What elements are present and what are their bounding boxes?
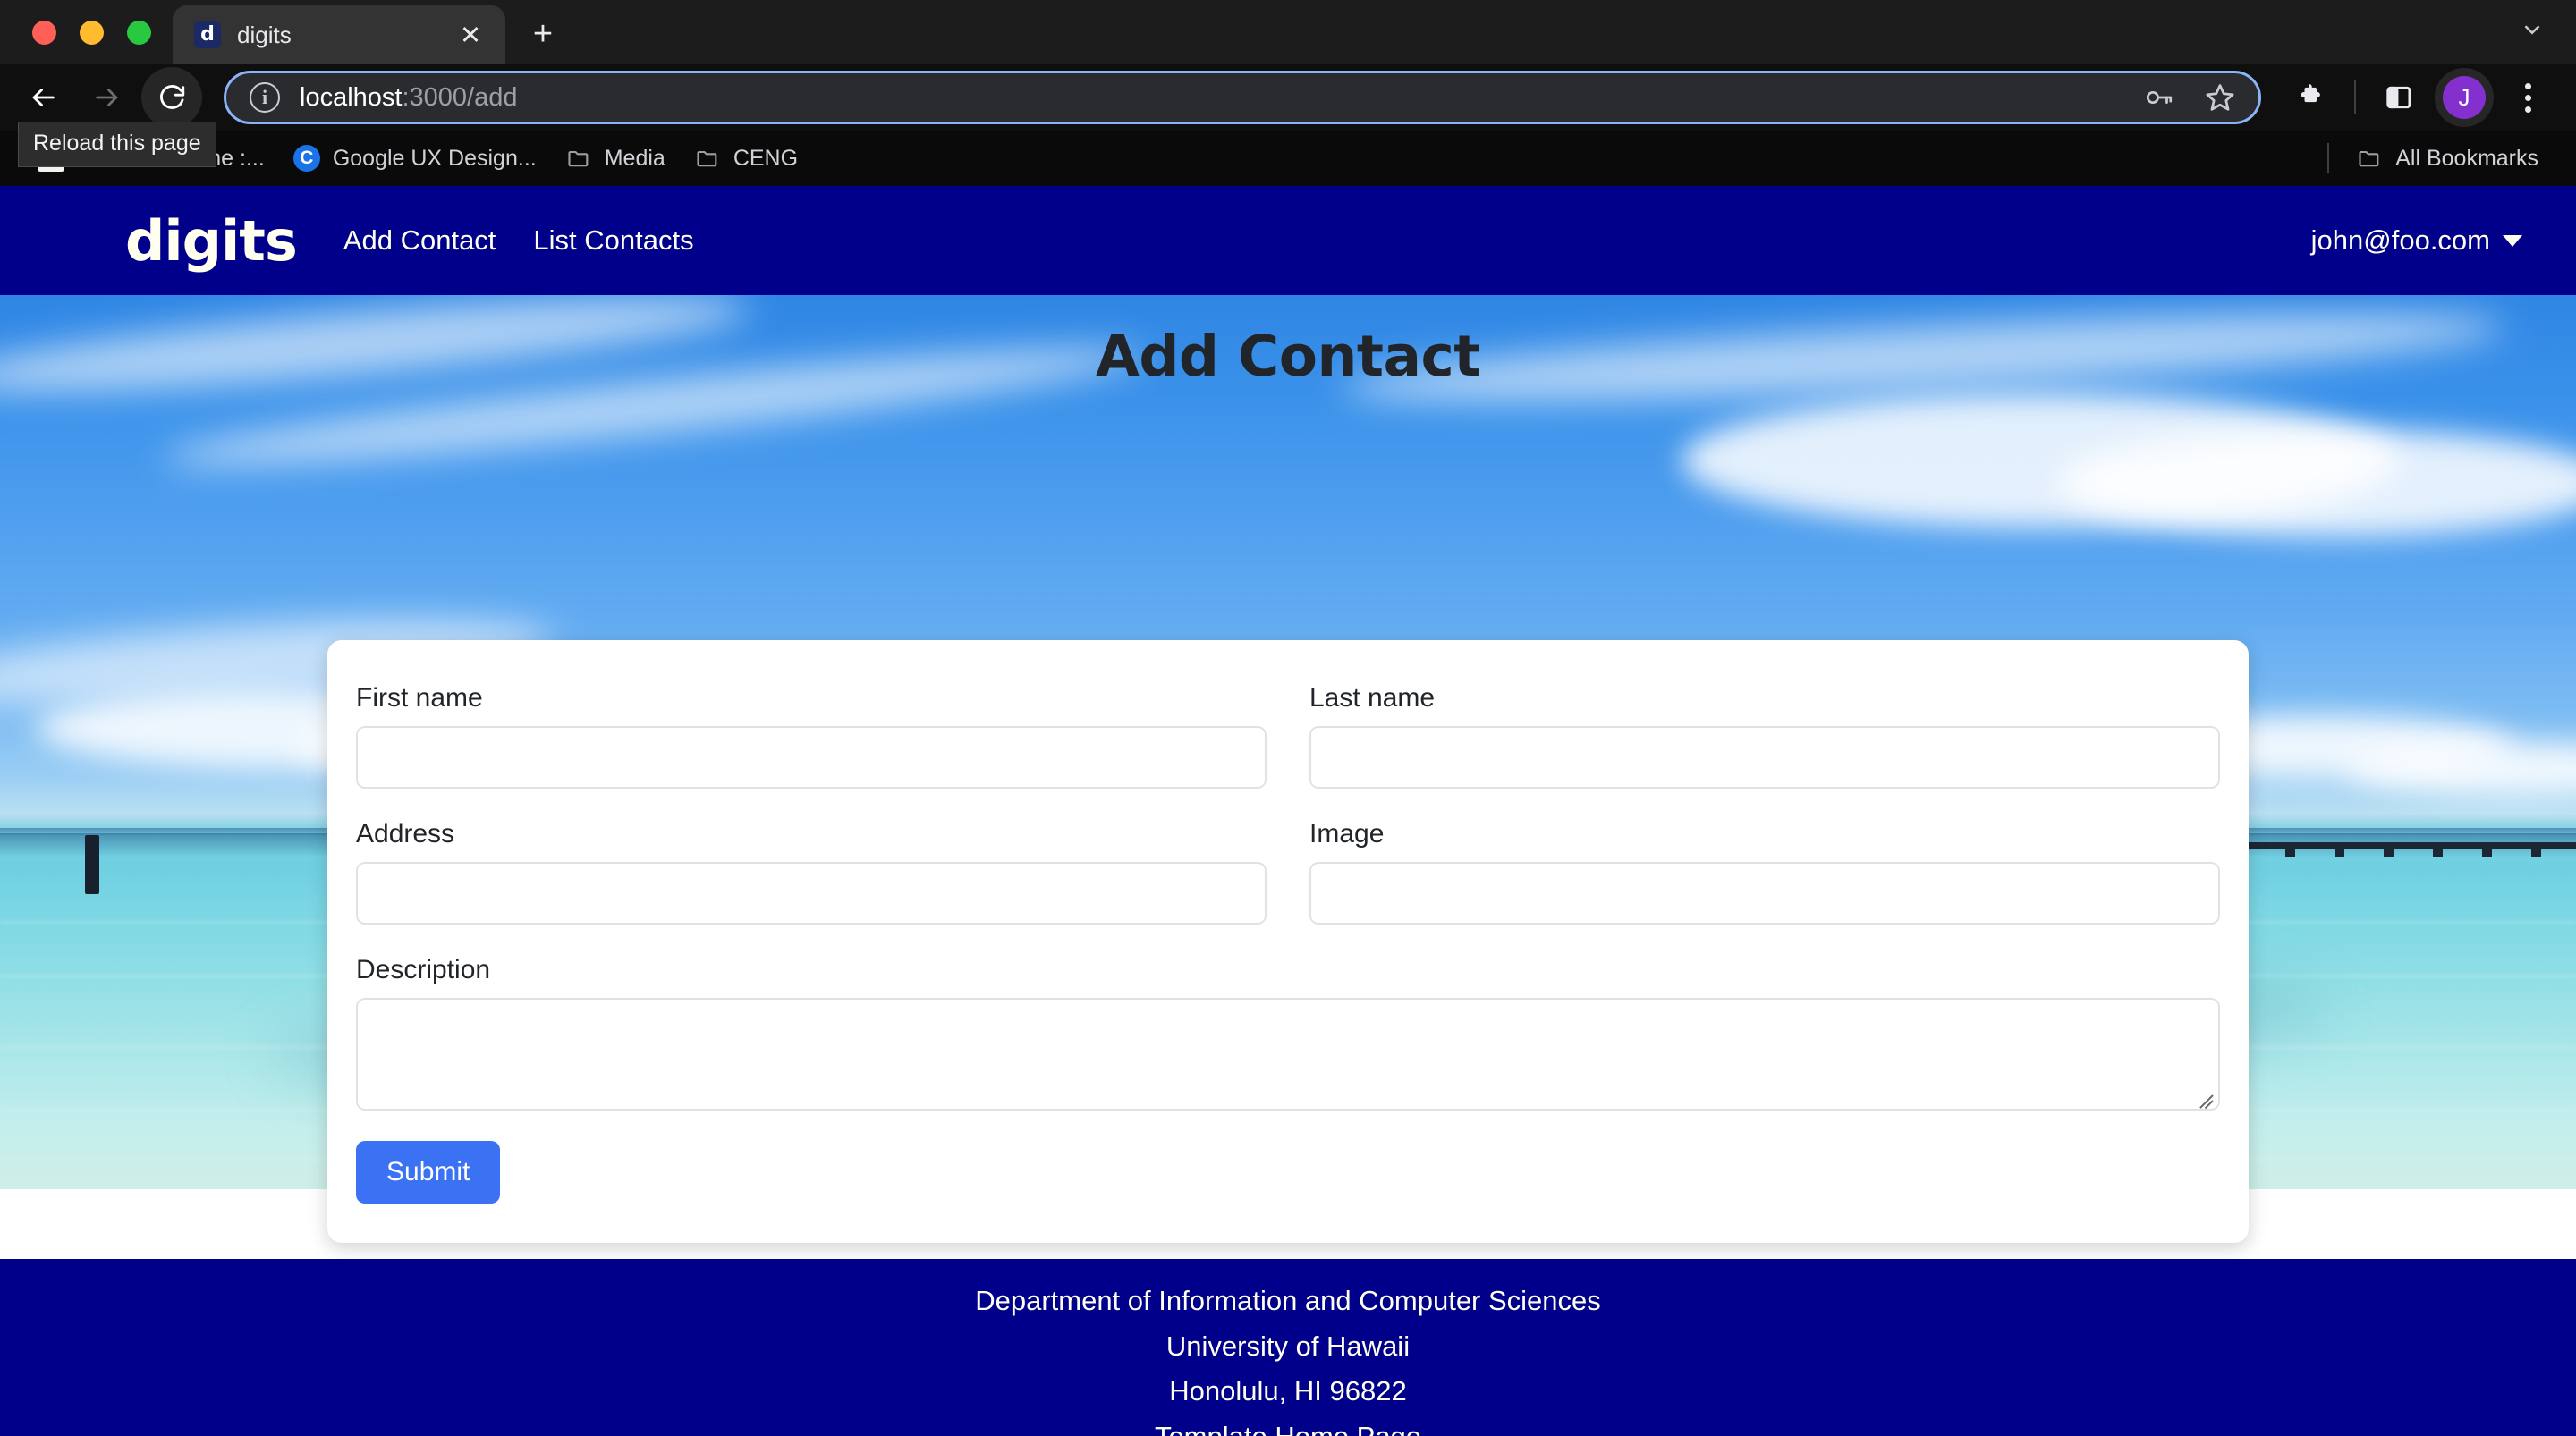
submit-button[interactable]: Submit bbox=[356, 1141, 501, 1204]
bookmark-ceng[interactable]: CENG bbox=[680, 138, 812, 179]
nav-link-list-contacts[interactable]: List Contacts bbox=[533, 224, 693, 257]
last-name-label: Last name bbox=[1309, 683, 1436, 713]
bookmarks-divider bbox=[2327, 143, 2330, 173]
bookmark-google-ux-design[interactable]: C Google UX Design... bbox=[279, 138, 551, 179]
side-panel-icon[interactable] bbox=[2372, 71, 2426, 124]
browser-tab[interactable]: d digits ✕ bbox=[173, 5, 505, 64]
reload-icon[interactable] bbox=[141, 67, 202, 128]
image-input[interactable] bbox=[1309, 862, 2220, 925]
reload-tooltip: Reload this page bbox=[18, 122, 216, 167]
field-group-first-name: First name bbox=[356, 683, 1267, 789]
back-arrow-icon[interactable] bbox=[13, 67, 73, 128]
last-name-input[interactable] bbox=[1309, 726, 2220, 789]
close-icon[interactable]: ✕ bbox=[452, 16, 489, 54]
first-name-label: First name bbox=[356, 683, 483, 713]
first-name-input[interactable] bbox=[356, 726, 1267, 789]
water-post bbox=[85, 835, 99, 894]
star-icon[interactable] bbox=[2199, 77, 2241, 118]
footer-line-address: Honolulu, HI 96822 bbox=[1169, 1375, 1407, 1407]
tab-strip-right bbox=[2512, 9, 2553, 50]
field-group-description: Description bbox=[356, 955, 2220, 1111]
folder-icon bbox=[565, 145, 592, 172]
site-navbar: digits Add Contact List Contacts john@fo… bbox=[0, 186, 2576, 295]
description-label: Description bbox=[356, 955, 491, 984]
brand-logo[interactable]: digits bbox=[125, 208, 298, 274]
window-controls bbox=[0, 21, 151, 64]
puzzle-piece-icon[interactable] bbox=[2284, 71, 2338, 124]
digits-favicon: d bbox=[194, 21, 221, 48]
template-home-page-link[interactable]: Template Home Page bbox=[1155, 1415, 1421, 1436]
chevron-down-icon[interactable] bbox=[2512, 9, 2553, 50]
description-wrapper bbox=[356, 998, 2220, 1111]
tab-title: digits bbox=[237, 21, 292, 48]
url-host: localhost bbox=[300, 82, 402, 112]
form-row-names: First name Last name bbox=[356, 683, 2220, 819]
field-group-image: Image bbox=[1309, 819, 2220, 925]
key-icon[interactable] bbox=[2139, 77, 2180, 118]
page-title: Add Contact bbox=[1096, 324, 1480, 389]
address-label: Address bbox=[356, 819, 455, 849]
bookmarks-bar: Laulima : Home :... C Google UX Design..… bbox=[0, 131, 2576, 186]
description-textarea[interactable] bbox=[356, 998, 2220, 1111]
bookmarks-bar-right: All Bookmarks bbox=[2327, 138, 2553, 179]
profile-button[interactable]: J bbox=[2435, 68, 2494, 127]
navbar-user-menu[interactable]: john@foo.com bbox=[2311, 224, 2522, 257]
nav-link-add-contact[interactable]: Add Contact bbox=[343, 224, 496, 257]
info-circle-icon[interactable]: i bbox=[250, 82, 280, 113]
url-path: :3000/add bbox=[402, 82, 518, 112]
address-bar[interactable]: i localhost:3000/add bbox=[224, 71, 2261, 124]
caret-down-icon bbox=[2503, 234, 2522, 247]
folder-icon bbox=[694, 145, 721, 172]
kebab-menu-icon[interactable] bbox=[2503, 71, 2553, 124]
maximize-window-button[interactable] bbox=[127, 21, 151, 45]
user-email: john@foo.com bbox=[2310, 224, 2490, 256]
all-bookmarks-button[interactable]: All Bookmarks bbox=[2342, 138, 2553, 179]
folder-icon bbox=[2356, 145, 2383, 172]
address-input[interactable] bbox=[356, 862, 1267, 925]
avatar: J bbox=[2443, 76, 2486, 119]
form-row-description: Description bbox=[356, 955, 2220, 1141]
tab-strip: d digits ✕ + bbox=[0, 0, 2576, 64]
image-label: Image bbox=[1309, 819, 1385, 849]
toolbar-divider bbox=[2354, 80, 2356, 114]
site-footer: Department of Information and Computer S… bbox=[0, 1259, 2576, 1436]
browser-window: d digits ✕ + i localhost:3000/add J Relo… bbox=[0, 0, 2576, 1436]
page-viewport: digits Add Contact List Contacts john@fo… bbox=[0, 186, 2576, 1436]
close-window-button[interactable] bbox=[32, 21, 56, 45]
browser-toolbar: i localhost:3000/add J Reload this page bbox=[0, 64, 2576, 167]
bookmark-media[interactable]: Media bbox=[551, 138, 680, 179]
bookmark-label: Media bbox=[604, 145, 665, 171]
footer-line-university: University of Hawaii bbox=[1165, 1330, 1411, 1362]
bookmark-label: Google UX Design... bbox=[332, 145, 537, 171]
footer-line-department: Department of Information and Computer S… bbox=[975, 1285, 1601, 1316]
all-bookmarks-label: All Bookmarks bbox=[2395, 145, 2538, 171]
field-group-last-name: Last name bbox=[1309, 683, 2220, 789]
bookmark-label: CENG bbox=[733, 145, 799, 171]
new-tab-button[interactable]: + bbox=[518, 9, 568, 59]
google-c-favicon: C bbox=[292, 145, 320, 172]
forward-arrow-icon[interactable] bbox=[77, 67, 138, 128]
minimize-window-button[interactable] bbox=[80, 21, 104, 45]
add-contact-card: First name Last name Address Image Descr… bbox=[327, 640, 2249, 1243]
form-row-address-image: Address Image bbox=[356, 819, 2220, 955]
url-text: localhost:3000/add bbox=[300, 83, 2119, 113]
field-group-address: Address bbox=[356, 819, 1267, 925]
